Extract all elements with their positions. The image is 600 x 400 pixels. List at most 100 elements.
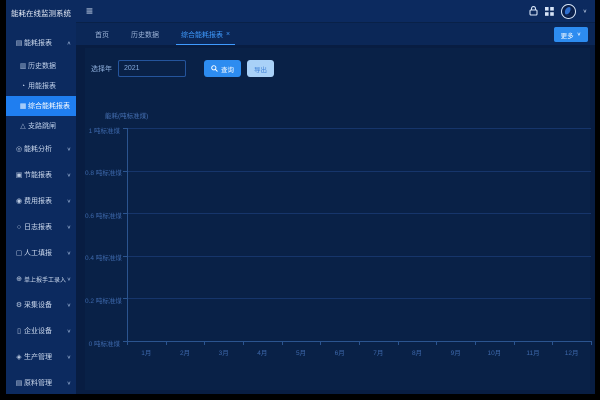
- history-doc-icon: ▥: [18, 62, 28, 70]
- x-tick-label: 10月: [479, 347, 509, 357]
- sidebar-item-label: 综合能耗报表: [28, 101, 70, 111]
- x-axis-tick: [359, 342, 360, 345]
- header-actions: ∨: [529, 0, 587, 22]
- tab-label: 首页: [95, 30, 109, 40]
- x-axis-tick: [204, 342, 205, 345]
- report-icon: ▤: [14, 39, 24, 47]
- energy-line-chart: 能耗(吨标准煤)1 吨标准煤0.8 吨标准煤0.6 吨标准煤0.4 吨标准煤0.…: [85, 48, 590, 390]
- tab-bar: 首页 历史数据 综合能耗报表× 更多 ∨: [76, 22, 595, 46]
- material-icon: ▤: [14, 379, 24, 387]
- chevron-down-icon: ∨: [67, 380, 71, 386]
- y-tick-label: 0.8 吨标准煤: [85, 167, 120, 177]
- sidebar-menu: ▤能耗报表∧▥历史数据◔用能报表▦综合能耗报表△支路跳闸◎能耗分析∨▣节能报表∨…: [6, 30, 76, 394]
- report-card: 选择年 查询 导出 能耗(吨标准煤)1 吨标准煤0.8 吨标准煤0.6 吨标准煤…: [85, 48, 590, 390]
- sidebar-item-manual-entry[interactable]: ⊕单上报手工录入∨: [6, 266, 76, 292]
- sidebar-item-label: 单上报手工录入: [24, 275, 66, 284]
- x-tick-label: 7月: [363, 347, 393, 357]
- chevron-down-icon: ∨: [67, 198, 71, 204]
- gridline: [127, 256, 591, 257]
- gear-icon: ⚙: [14, 301, 24, 309]
- sidebar: 能耗在线监测系统 ▤能耗报表∧▥历史数据◔用能报表▦综合能耗报表△支路跳闸◎能耗…: [6, 0, 76, 394]
- sidebar-item-history-data[interactable]: ▥历史数据: [6, 56, 76, 76]
- sidebar-item-branch-trip[interactable]: △支路跳闸: [6, 116, 76, 136]
- y-tick-label: 0.2 吨标准煤: [85, 295, 120, 305]
- x-tick-label: 9月: [441, 347, 471, 357]
- close-tab-icon[interactable]: ×: [226, 31, 230, 38]
- sidebar-item-enterprise-device[interactable]: ▯企业设备∨: [6, 318, 76, 344]
- lock-icon[interactable]: [529, 6, 538, 16]
- chevron-down-icon: ∨: [577, 32, 581, 38]
- tab-label: 综合能耗报表: [181, 30, 223, 40]
- analysis-icon: ◎: [14, 145, 24, 153]
- log-report-icon: ○: [14, 224, 24, 231]
- chart-axis-title: 能耗(吨标准煤): [105, 110, 148, 120]
- x-axis-tick: [243, 342, 244, 345]
- x-tick-label: 11月: [518, 347, 548, 357]
- collapse-menu-icon[interactable]: ≡: [86, 4, 93, 18]
- sidebar-item-energy-report[interactable]: ▤能耗报表 ∧: [6, 30, 76, 56]
- tab-1[interactable]: 历史数据: [120, 23, 170, 46]
- top-header: ≡ ∨: [76, 0, 595, 22]
- sidebar-item-log-report[interactable]: ○日志报表∨: [6, 214, 76, 240]
- sidebar-item-label: 节能报表: [24, 170, 52, 180]
- device-icon: ▯: [14, 327, 24, 335]
- tab-label: 历史数据: [131, 30, 159, 40]
- x-axis-tick: [552, 342, 553, 345]
- production-icon: ◈: [14, 353, 24, 361]
- grid-icon[interactable]: [545, 7, 554, 16]
- x-axis-tick: [436, 342, 437, 345]
- tab-0[interactable]: 首页: [84, 23, 120, 46]
- sidebar-item-energy-use-report[interactable]: ◔用能报表: [6, 76, 76, 96]
- sidebar-item-label: 生产管理: [24, 352, 52, 362]
- sidebar-item-comprehensive-report[interactable]: ▦综合能耗报表: [6, 96, 76, 116]
- x-axis-tick: [591, 342, 592, 345]
- avatar[interactable]: [561, 4, 576, 19]
- x-tick-label: 8月: [402, 347, 432, 357]
- chevron-down-icon[interactable]: ∨: [583, 8, 587, 14]
- gridline: [127, 298, 591, 299]
- x-tick-label: 6月: [325, 347, 355, 357]
- x-axis-tick: [514, 342, 515, 345]
- chevron-down-icon: ∨: [67, 328, 71, 334]
- sidebar-item-collect-device[interactable]: ⚙采集设备 ∨: [6, 292, 76, 318]
- sidebar-item-material-mgmt[interactable]: ▤原料管理∨: [6, 370, 76, 394]
- x-axis-tick: [282, 342, 283, 345]
- tabs: 首页 历史数据 综合能耗报表×: [84, 23, 241, 46]
- sidebar-item-cost-report[interactable]: ◉费用报表∨: [6, 188, 76, 214]
- y-tick-label: 1 吨标准煤: [85, 125, 120, 135]
- sidebar-item-energy-analysis[interactable]: ◎能耗分析 ∨: [6, 136, 76, 162]
- warning-triangle-icon: △: [18, 122, 28, 130]
- sidebar-item-label: 支路跳闸: [28, 121, 56, 131]
- chevron-down-icon: ∨: [67, 276, 71, 282]
- sidebar-item-energy-saving-report[interactable]: ▣节能报表∨: [6, 162, 76, 188]
- cost-report-icon: ◉: [14, 197, 24, 205]
- sidebar-item-label: 能耗分析: [24, 144, 52, 154]
- tab-2[interactable]: 综合能耗报表×: [170, 23, 241, 46]
- y-axis-line: [127, 128, 128, 341]
- x-axis-tick: [320, 342, 321, 345]
- sidebar-item-label: 历史数据: [28, 61, 56, 71]
- sidebar-item-manual-fill[interactable]: ▢人工填报∨: [6, 240, 76, 266]
- x-axis-tick: [166, 342, 167, 345]
- x-tick-label: 2月: [170, 347, 200, 357]
- gridline: [127, 128, 591, 129]
- gridline: [127, 213, 591, 214]
- y-tick-label: 0 吨标准煤: [85, 338, 120, 348]
- x-tick-label: 1月: [131, 347, 161, 357]
- more-button[interactable]: 更多 ∨: [554, 27, 588, 42]
- chevron-up-icon: ∧: [67, 40, 71, 46]
- y-tick-label: 0.6 吨标准煤: [85, 210, 120, 220]
- sidebar-item-label: 采集设备: [24, 300, 52, 310]
- chevron-down-icon: ∨: [67, 302, 71, 308]
- x-tick-label: 3月: [209, 347, 239, 357]
- x-axis-tick: [475, 342, 476, 345]
- saving-report-icon: ▣: [14, 171, 24, 179]
- manual-entry-icon: ⊕: [14, 275, 24, 283]
- sidebar-item-label: 能耗报表: [24, 38, 52, 48]
- sidebar-item-label: 人工填报: [24, 248, 52, 258]
- x-axis-tick: [398, 342, 399, 345]
- chevron-down-icon: ∨: [67, 146, 71, 152]
- sidebar-item-production-mgmt[interactable]: ◈生产管理∨: [6, 344, 76, 370]
- x-tick-label: 12月: [557, 347, 587, 357]
- app-title: 能耗在线监测系统: [6, 0, 76, 28]
